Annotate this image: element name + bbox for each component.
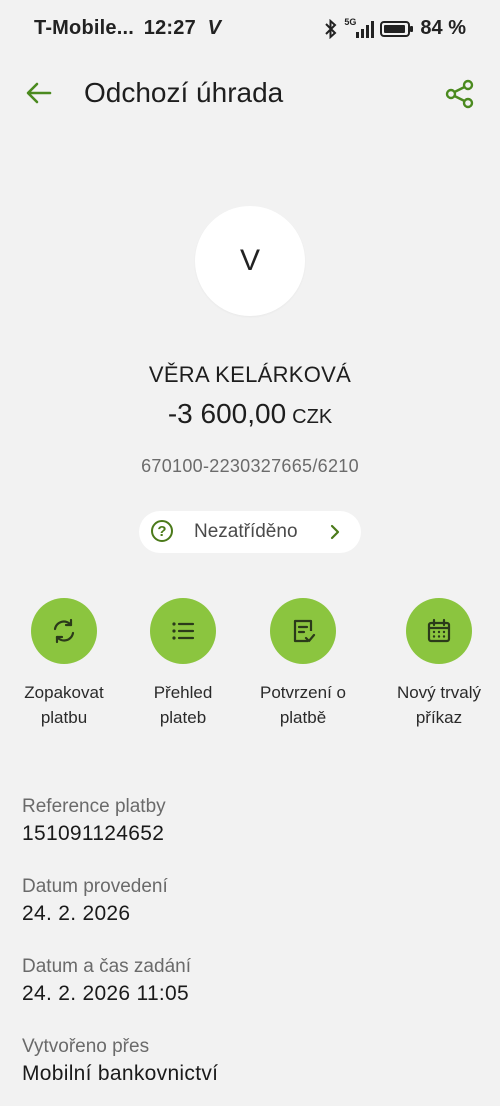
category-label: Nezatříděno <box>194 521 298 542</box>
detail-label: Vytvořeno přes <box>22 1036 150 1057</box>
question-icon: ? <box>151 520 173 542</box>
status-bar: T-Mobile... 12:27 V 5G 84 % <box>0 0 500 58</box>
action-label: Zopakovat platbu <box>4 680 124 730</box>
amount: -3 600,00 CZK <box>0 398 500 430</box>
page-title: Odchozí úhrada <box>84 77 284 108</box>
arrow-left-icon <box>26 82 52 104</box>
detail-value: 24. 2. 2026 <box>22 902 131 925</box>
carrier-name: T-Mobile... <box>34 17 134 39</box>
chevron-right-icon <box>330 524 340 540</box>
status-right: 5G 84 % <box>324 17 466 40</box>
action-circle <box>406 598 472 664</box>
repeat-icon <box>53 618 75 644</box>
account-number: 670100-2230327665/6210 <box>141 456 359 476</box>
detail-value[interactable]: 151091124652 <box>22 822 482 846</box>
detail-value: 24. 2. 2026 11:05 <box>22 982 190 1005</box>
bluetooth-icon <box>324 18 338 39</box>
action-label-line2: příkaz <box>415 708 463 727</box>
action-label: Přehled plateb <box>123 680 243 730</box>
detail-reference: Reference platby 151091124652 <box>22 796 482 846</box>
detail-created-via: Vytvořeno přes Mobilní bankovnictví <box>22 1036 482 1086</box>
detail-label: Reference platby <box>22 796 166 817</box>
payee-name: VĚRA KELÁRKOVÁ <box>148 362 352 387</box>
signal-icon: 5G <box>344 17 375 39</box>
list-icon <box>172 622 195 640</box>
repeat-payment-button[interactable]: Zopakovat platbu <box>4 598 124 730</box>
action-label-line1: Nový trvalý <box>396 683 482 702</box>
action-circle <box>270 598 336 664</box>
action-circle <box>150 598 216 664</box>
calendar-icon <box>427 618 451 643</box>
detail-execution-date: Datum provedení 24. 2. 2026 <box>22 876 482 926</box>
document-check-icon <box>293 619 316 643</box>
network-mark-icon: V <box>207 17 222 39</box>
action-label: Nový trvalý příkaz <box>379 680 499 730</box>
detail-value: Mobilní bankovnictví <box>22 1062 219 1085</box>
share-icon <box>445 79 474 109</box>
avatar: V <box>195 206 305 316</box>
avatar-letter: V <box>239 244 260 277</box>
category-chip[interactable]: ? Nezatříděno <box>139 511 361 553</box>
battery-percent: 84 % <box>420 17 466 39</box>
back-button[interactable] <box>24 78 54 108</box>
action-label-line1: Potvrzení o <box>260 683 346 702</box>
action-label-line2: plateb <box>159 708 207 727</box>
action-label: Potvrzení o platbě <box>243 680 363 730</box>
amount-currency: CZK <box>292 406 333 428</box>
action-label-line2: platbě <box>279 708 327 727</box>
status-left: T-Mobile... 12:27 V <box>34 17 221 40</box>
new-standing-order-button[interactable]: Nový trvalý příkaz <box>379 598 499 730</box>
action-label-line1: Přehled <box>153 683 213 702</box>
battery-icon <box>380 19 414 39</box>
detail-label: Datum a čas zadání <box>22 956 191 977</box>
action-label-line1: Zopakovat <box>24 683 104 702</box>
payments-overview-button[interactable]: Přehled plateb <box>123 598 243 730</box>
action-label-line2: platbu <box>40 708 88 727</box>
detail-entry-datetime: Datum a čas zadání 24. 2. 2026 11:05 <box>22 956 482 1006</box>
detail-label: Datum provedení <box>22 876 168 897</box>
amount-value: -3 600,00 <box>167 398 287 429</box>
app-bar: Odchozí úhrada <box>0 64 500 124</box>
clock: 12:27 <box>143 17 196 39</box>
action-circle <box>31 598 97 664</box>
payment-confirmation-button[interactable]: Potvrzení o platbě <box>243 598 363 730</box>
share-button[interactable] <box>444 78 476 110</box>
